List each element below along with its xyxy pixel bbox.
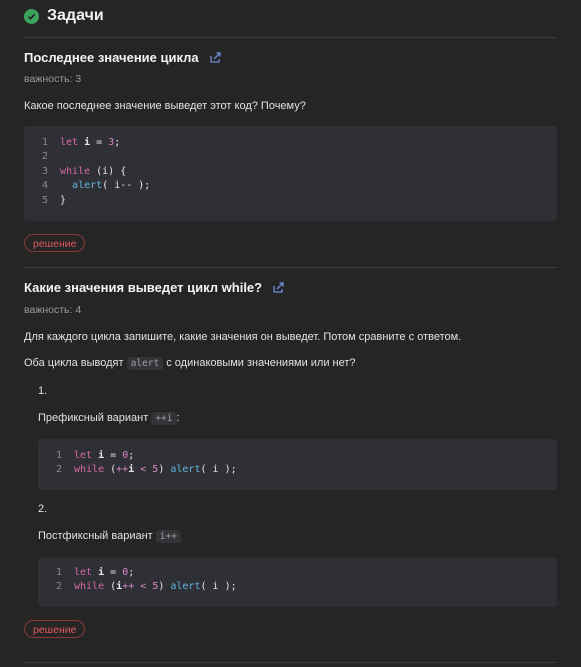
- task2-title[interactable]: Какие значения выведет цикл while?: [24, 280, 262, 295]
- divider: [24, 37, 557, 38]
- code-line: 4 alert( i-- );: [41, 180, 151, 191]
- task1-solution-button[interactable]: решение: [24, 234, 86, 252]
- code-line: 1 let i = 0;: [55, 450, 135, 461]
- divider: [24, 662, 557, 663]
- code-line: 3 while (i) {: [41, 166, 127, 177]
- task2-importance: важность: 4: [24, 304, 82, 316]
- external-link-icon[interactable]: [209, 51, 222, 64]
- code-line: 2 while (++ i < 5) alert( i );: [55, 464, 237, 475]
- inline-code: ++i: [151, 412, 177, 425]
- task2-paragraph-2: Оба цикла выводят alert с одинаковыми зн…: [24, 357, 356, 370]
- inline-code: alert: [126, 357, 164, 370]
- inline-code: i++: [155, 530, 181, 543]
- task1-code-block: 1 let i = 3; 2 3 while (i) { 4 alert( i-…: [24, 126, 557, 221]
- tasks-page: Задачи Последнее значение цикла важность…: [0, 0, 581, 667]
- code-line: 2 while (i ++ < 5) alert( i );: [55, 581, 237, 592]
- code-line: 5 }: [41, 195, 67, 206]
- code-line: 1 let i = 0;: [55, 567, 135, 578]
- task2-title-row: Какие значения выведет цикл while?: [24, 280, 285, 295]
- list-number: 1.: [38, 385, 48, 397]
- tasks-header: Задачи: [24, 6, 104, 26]
- external-link-icon[interactable]: [272, 281, 285, 294]
- task1-importance: важность: 3: [24, 73, 82, 85]
- item1-description: Префиксный вариант ++i:: [38, 412, 180, 425]
- task1-title-row: Последнее значение цикла: [24, 50, 222, 65]
- task1-question: Какое последнее значение выведет этот ко…: [24, 100, 306, 112]
- task2-paragraph-1: Для каждого цикла запишите, какие значен…: [24, 331, 462, 343]
- code-line: 1 let i = 3;: [41, 137, 121, 148]
- check-circle-icon: [24, 8, 39, 24]
- divider: [24, 267, 557, 268]
- task1-title[interactable]: Последнее значение цикла: [24, 50, 199, 65]
- code-line: 2: [41, 151, 48, 162]
- task2-solution-button[interactable]: решение: [24, 620, 86, 638]
- item2-code-block: 1 let i = 0; 2 while (i ++ < 5) alert( i …: [38, 557, 557, 607]
- list-number: 2.: [38, 503, 48, 515]
- page-title: Задачи: [47, 7, 104, 24]
- item1-code-block: 1 let i = 0; 2 while (++ i < 5) alert( i …: [38, 439, 557, 490]
- item2-description: Постфиксный вариант i++: [38, 530, 181, 543]
